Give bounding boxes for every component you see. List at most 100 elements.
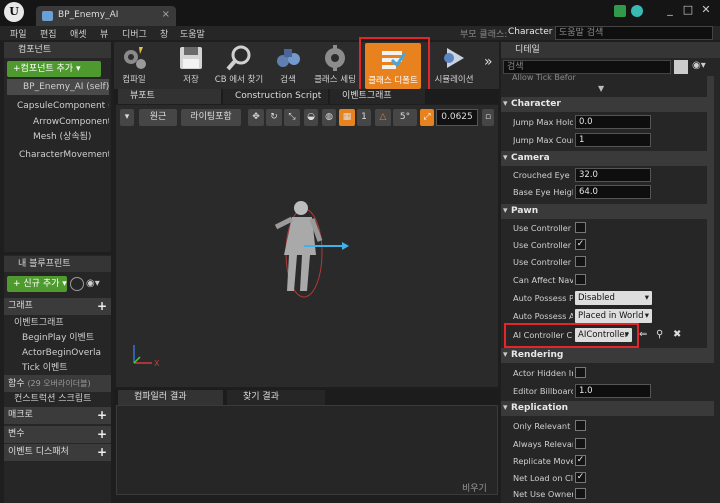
clear-button[interactable]: 비우기 bbox=[462, 481, 487, 494]
help-search-input[interactable]: 도움말 검색 bbox=[555, 26, 713, 40]
translate-tool-icon[interactable]: ✥ bbox=[248, 109, 264, 126]
class-settings-label: 클래스 세팅 bbox=[314, 75, 356, 85]
view-options-icon[interactable]: ◉▾ bbox=[692, 60, 706, 71]
viewport-canvas[interactable]: X bbox=[116, 105, 498, 387]
toolbar-overflow-icon[interactable]: » bbox=[484, 54, 493, 70]
maximize-icon[interactable]: □ bbox=[682, 4, 694, 16]
checkbox-unchecked[interactable] bbox=[575, 438, 586, 449]
search-icon[interactable] bbox=[70, 277, 84, 291]
add-graph-icon[interactable]: + bbox=[97, 298, 107, 315]
eye-icon[interactable]: ◉▾ bbox=[86, 278, 100, 289]
property-input[interactable]: 0.0 bbox=[575, 115, 651, 129]
checkbox-unchecked[interactable] bbox=[575, 420, 586, 431]
category-character[interactable]: Character bbox=[501, 97, 714, 112]
menu-debug[interactable]: 디버그 bbox=[122, 27, 147, 40]
use-selected-arrow-icon[interactable]: ⇐ bbox=[639, 329, 647, 340]
scale-snap-icon[interactable]: ⤢ bbox=[420, 109, 434, 126]
tab-event-graph[interactable]: 이벤트그래프 bbox=[330, 89, 425, 104]
property-dropdown[interactable]: Placed in World bbox=[575, 309, 652, 323]
viewport-maximize-icon[interactable]: ▫ bbox=[482, 109, 494, 126]
macros-section[interactable]: 매크로 + bbox=[4, 407, 111, 424]
rotation-snap-value[interactable]: 5° bbox=[393, 109, 417, 126]
grid-snap-toggle-icon[interactable]: ▦ bbox=[339, 109, 355, 126]
category-replication[interactable]: Replication bbox=[501, 401, 714, 416]
document-tab[interactable]: BP_Enemy_AI × bbox=[36, 6, 176, 26]
find-in-cb-button[interactable]: CB 에서 찾기 bbox=[213, 42, 265, 88]
component-item[interactable]: ArrowComponent ( bbox=[7, 114, 109, 130]
minimize-icon[interactable]: _ bbox=[664, 4, 676, 16]
close-window-icon[interactable]: ✕ bbox=[700, 4, 712, 16]
notification-icon[interactable] bbox=[631, 5, 643, 17]
add-new-button[interactable]: + 신규 추가 ▾ bbox=[7, 276, 67, 292]
search-button[interactable]: 검색 bbox=[272, 42, 304, 88]
tab-compiler-results[interactable]: 컴파일러 결과 bbox=[118, 390, 223, 405]
class-settings-button[interactable]: 클래스 세팅 bbox=[312, 42, 358, 88]
checkbox-unchecked[interactable] bbox=[575, 274, 586, 285]
checkbox-checked[interactable]: ✓ bbox=[575, 239, 586, 250]
functions-section[interactable]: 함수 (29 오버라이더블) bbox=[4, 375, 111, 392]
menu-asset[interactable]: 애셋 bbox=[70, 27, 87, 40]
category-camera[interactable]: Camera bbox=[501, 151, 714, 166]
property-dropdown[interactable]: Disabled bbox=[575, 291, 652, 305]
rotate-tool-icon[interactable]: ↻ bbox=[266, 109, 282, 126]
tab-viewport[interactable]: 뷰포트 bbox=[118, 89, 221, 104]
close-tab-icon[interactable]: × bbox=[162, 9, 170, 20]
event-item[interactable]: BeginPlay 이벤트 bbox=[22, 330, 110, 346]
scale-tool-icon[interactable]: ⤡ bbox=[284, 109, 300, 126]
variables-section[interactable]: 변수 + bbox=[4, 426, 111, 443]
category-pawn[interactable]: Pawn bbox=[501, 204, 714, 219]
checkbox-unchecked[interactable] bbox=[575, 488, 586, 499]
component-item[interactable]: CapsuleComponent ( bbox=[7, 98, 109, 114]
add-dispatcher-icon[interactable]: + bbox=[97, 444, 107, 461]
category-label: Character bbox=[511, 99, 561, 109]
menu-window[interactable]: 창 bbox=[160, 27, 168, 40]
component-root[interactable]: BP_Enemy_AI (self) bbox=[7, 79, 109, 95]
add-macro-icon[interactable]: + bbox=[97, 407, 107, 424]
add-component-button[interactable]: +컴포넌트 추가 ▾ bbox=[7, 61, 101, 77]
checkbox-unchecked[interactable] bbox=[575, 367, 586, 378]
graphs-section[interactable]: 그래프 + bbox=[4, 298, 111, 315]
add-variable-icon[interactable]: + bbox=[97, 426, 107, 443]
property-matrix-icon[interactable] bbox=[674, 60, 688, 74]
compile-label: 컴파일 bbox=[122, 75, 146, 85]
grid-snap-value[interactable]: 1 bbox=[357, 109, 371, 126]
save-button[interactable]: 저장 bbox=[176, 42, 206, 88]
property-input[interactable]: 32.0 bbox=[575, 168, 651, 182]
viewport-options-icon[interactable]: ▾ bbox=[120, 109, 134, 126]
event-graph-item[interactable]: 이벤트그래프 bbox=[14, 315, 110, 331]
rotation-snap-icon[interactable]: △ bbox=[375, 109, 391, 126]
browse-search-icon[interactable]: ⚲ bbox=[656, 329, 663, 340]
surface-snap-icon[interactable]: ◒ bbox=[304, 109, 318, 126]
clear-x-icon[interactable]: ✖ bbox=[673, 329, 681, 340]
checkbox-checked[interactable]: ✓ bbox=[575, 455, 586, 466]
event-dispatchers-section[interactable]: 이벤트 디스패처 + bbox=[4, 444, 111, 461]
compile-button[interactable]: 컴파일 bbox=[116, 42, 152, 88]
property-input[interactable]: 1 bbox=[575, 133, 651, 147]
menu-file[interactable]: 파일 bbox=[10, 27, 27, 40]
event-item[interactable]: Tick 이벤트 bbox=[22, 360, 110, 376]
checkbox-unchecked[interactable] bbox=[575, 222, 586, 233]
source-control-icon[interactable] bbox=[614, 5, 626, 17]
advanced-expand-icon[interactable]: ▼ bbox=[598, 84, 604, 93]
menu-edit[interactable]: 편집 bbox=[40, 27, 57, 40]
menu-help[interactable]: 도움말 bbox=[180, 27, 205, 40]
tab-construction-script[interactable]: Construction Script bbox=[223, 89, 328, 104]
construction-script-item[interactable]: 컨스트럭션 스크립트 bbox=[14, 391, 110, 407]
checkbox-unchecked[interactable] bbox=[575, 256, 586, 267]
perspective-button[interactable]: 원근 bbox=[139, 109, 177, 126]
component-item[interactable]: CharacterMovement bbox=[7, 147, 109, 163]
component-item[interactable]: Mesh (상속됨) bbox=[7, 129, 109, 145]
simulation-button[interactable]: 시뮬레이션 bbox=[428, 42, 480, 88]
category-rendering[interactable]: Rendering bbox=[501, 348, 714, 363]
menu-view[interactable]: 뷰 bbox=[100, 27, 108, 40]
parent-class-link[interactable]: Character bbox=[508, 27, 552, 37]
property-input[interactable]: 1.0 bbox=[575, 384, 651, 398]
tab-find-results[interactable]: 찾기 결과 bbox=[227, 390, 325, 405]
world-local-icon[interactable]: ◍ bbox=[322, 109, 336, 126]
event-item[interactable]: ActorBeginOverla bbox=[22, 345, 110, 361]
lighting-button[interactable]: 라이팅포함 bbox=[181, 109, 241, 126]
property-input[interactable]: 64.0 bbox=[575, 185, 651, 199]
checkbox-checked[interactable]: ✓ bbox=[575, 472, 586, 483]
details-search-input[interactable]: 검색 bbox=[503, 60, 671, 74]
scale-snap-value[interactable]: 0.0625 bbox=[436, 109, 478, 126]
